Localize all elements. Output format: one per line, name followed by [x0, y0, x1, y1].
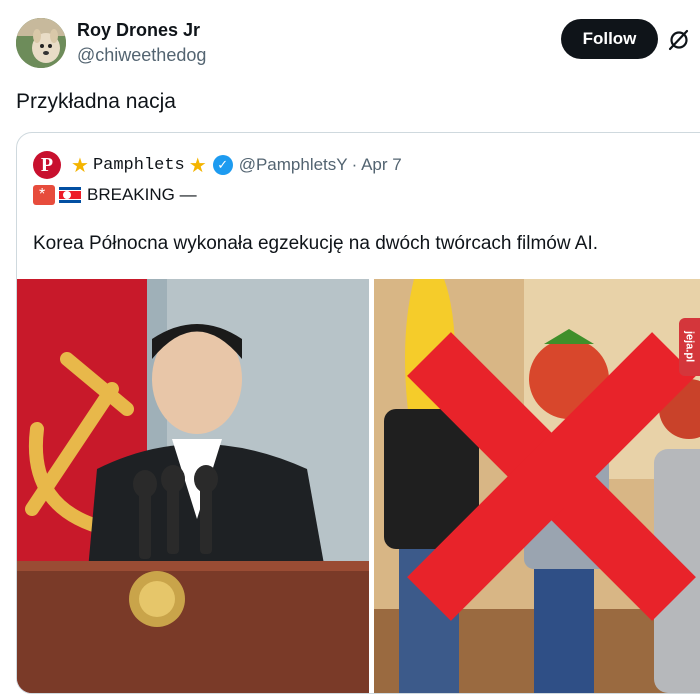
- ai-fruit-characters-image[interactable]: [374, 279, 700, 693]
- verified-icon: ✓: [212, 155, 233, 175]
- pamphlets-logo[interactable]: P: [33, 151, 61, 179]
- north-korea-flag-icon: [59, 187, 81, 203]
- tweet-text: Przykładna nacja: [16, 90, 176, 113]
- breaking-line: BREAKING —: [33, 185, 197, 205]
- quoted-author-handle[interactable]: @PamphletsY: [239, 155, 348, 175]
- quoted-date[interactable]: · Apr 7: [352, 155, 402, 175]
- grok-icon[interactable]: [666, 27, 692, 53]
- siren-icon: [33, 185, 55, 205]
- quoted-author-name[interactable]: Pamphlets: [93, 156, 185, 175]
- kim-jong-un-photo[interactable]: [17, 279, 369, 693]
- avatar[interactable]: [16, 18, 66, 68]
- quoted-tweet-header: P ★ Pamphlets ★ ✓ @PamphletsY · Apr 7: [33, 151, 402, 179]
- star-icon: ★: [188, 154, 207, 177]
- author-handle[interactable]: @chiweethedog: [77, 45, 206, 66]
- breaking-label: BREAKING —: [87, 185, 197, 204]
- quoted-tweet[interactable]: P ★ Pamphlets ★ ✓ @PamphletsY · Apr 7 BR…: [16, 132, 700, 694]
- star-icon: ★: [71, 154, 89, 177]
- quoted-tweet-text: Korea Północna wykonała egzekucję na dwó…: [33, 233, 599, 254]
- follow-button[interactable]: Follow: [561, 19, 658, 59]
- jeja-watermark: jeja.pl: [679, 318, 700, 376]
- author-name[interactable]: Roy Drones Jr: [77, 20, 200, 41]
